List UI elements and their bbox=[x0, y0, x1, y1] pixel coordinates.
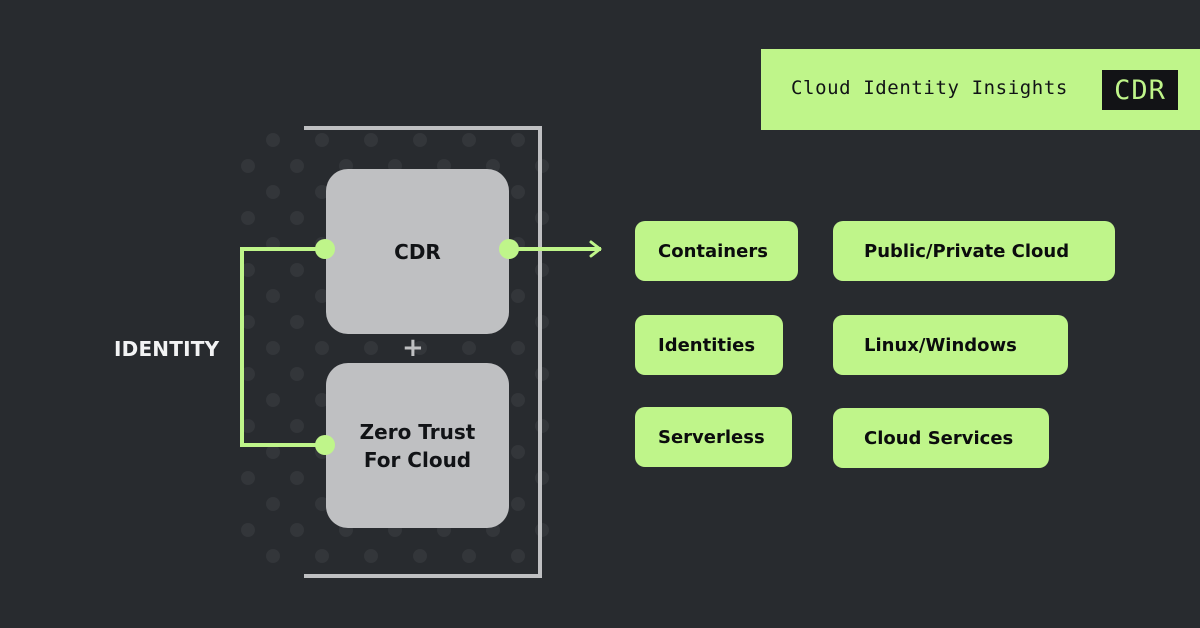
bracket-bottom-edge bbox=[304, 574, 541, 578]
identity-label: IDENTITY bbox=[114, 337, 220, 361]
target-serverless: Serverless bbox=[635, 407, 792, 467]
node-zero-trust: Zero Trust For Cloud bbox=[326, 363, 509, 528]
pattern-dot bbox=[266, 445, 280, 459]
pattern-dot bbox=[266, 497, 280, 511]
target-public-private-cloud: Public/Private Cloud bbox=[833, 221, 1115, 281]
pattern-dot bbox=[241, 159, 255, 173]
node-cdr-label: CDR bbox=[394, 239, 441, 264]
bracket-top-edge bbox=[304, 126, 541, 130]
pattern-dot bbox=[413, 549, 427, 563]
connector-identity-to-cdr bbox=[240, 247, 326, 251]
pattern-dot bbox=[511, 549, 525, 563]
banner-badge-cdr: CDR bbox=[1102, 70, 1178, 110]
target-label: Linux/Windows bbox=[864, 334, 1017, 356]
pattern-dot bbox=[364, 133, 378, 147]
pattern-dot bbox=[241, 471, 255, 485]
pattern-dot bbox=[462, 133, 476, 147]
target-identities: Identities bbox=[635, 315, 783, 375]
target-label: Cloud Services bbox=[864, 427, 1014, 449]
pattern-dot bbox=[511, 445, 525, 459]
connector-dot-cdr-right bbox=[499, 239, 519, 259]
pattern-dot bbox=[266, 393, 280, 407]
target-label: Containers bbox=[658, 240, 768, 262]
pattern-dot bbox=[511, 393, 525, 407]
pattern-dot bbox=[290, 471, 304, 485]
connector-dot-zero-trust-left bbox=[315, 435, 335, 455]
pattern-dot bbox=[266, 185, 280, 199]
pattern-dot bbox=[290, 419, 304, 433]
target-label: Public/Private Cloud bbox=[864, 240, 1070, 262]
bracket-right-edge bbox=[538, 126, 542, 578]
pattern-dot bbox=[511, 289, 525, 303]
arrow-right-icon bbox=[589, 240, 602, 258]
pattern-dot bbox=[462, 341, 476, 355]
pattern-dot bbox=[462, 549, 476, 563]
header-banner: Cloud Identity Insights CDR bbox=[761, 49, 1200, 130]
pattern-dot bbox=[290, 211, 304, 225]
pattern-dot bbox=[364, 341, 378, 355]
pattern-dot bbox=[266, 341, 280, 355]
node-cdr: CDR bbox=[326, 169, 509, 334]
pattern-dot bbox=[290, 367, 304, 381]
pattern-dot bbox=[315, 341, 329, 355]
pattern-dot bbox=[511, 133, 525, 147]
pattern-dot bbox=[266, 289, 280, 303]
pattern-dot bbox=[290, 159, 304, 173]
target-label: Serverless bbox=[658, 426, 765, 448]
pattern-dot bbox=[241, 523, 255, 537]
pattern-dot bbox=[364, 549, 378, 563]
connector-identity-vertical bbox=[240, 247, 244, 447]
pattern-dot bbox=[413, 133, 427, 147]
pattern-dot bbox=[241, 211, 255, 225]
target-label: Identities bbox=[658, 334, 756, 356]
target-containers: Containers bbox=[635, 221, 798, 281]
pattern-dot bbox=[315, 133, 329, 147]
pattern-dot bbox=[266, 133, 280, 147]
pattern-dot bbox=[315, 549, 329, 563]
pattern-dot bbox=[511, 185, 525, 199]
pattern-dot bbox=[290, 523, 304, 537]
pattern-dot bbox=[290, 263, 304, 277]
plus-icon: + bbox=[402, 333, 424, 363]
target-cloud-services: Cloud Services bbox=[833, 408, 1049, 468]
node-zero-trust-label: Zero Trust For Cloud bbox=[359, 419, 476, 472]
pattern-dot bbox=[511, 341, 525, 355]
connector-identity-to-zero-trust bbox=[240, 443, 326, 447]
pattern-dot bbox=[290, 315, 304, 329]
pattern-dot bbox=[266, 549, 280, 563]
connector-dot-cdr-left bbox=[315, 239, 335, 259]
banner-title: Cloud Identity Insights bbox=[791, 77, 1068, 99]
pattern-dot bbox=[511, 497, 525, 511]
target-linux-windows: Linux/Windows bbox=[833, 315, 1068, 375]
